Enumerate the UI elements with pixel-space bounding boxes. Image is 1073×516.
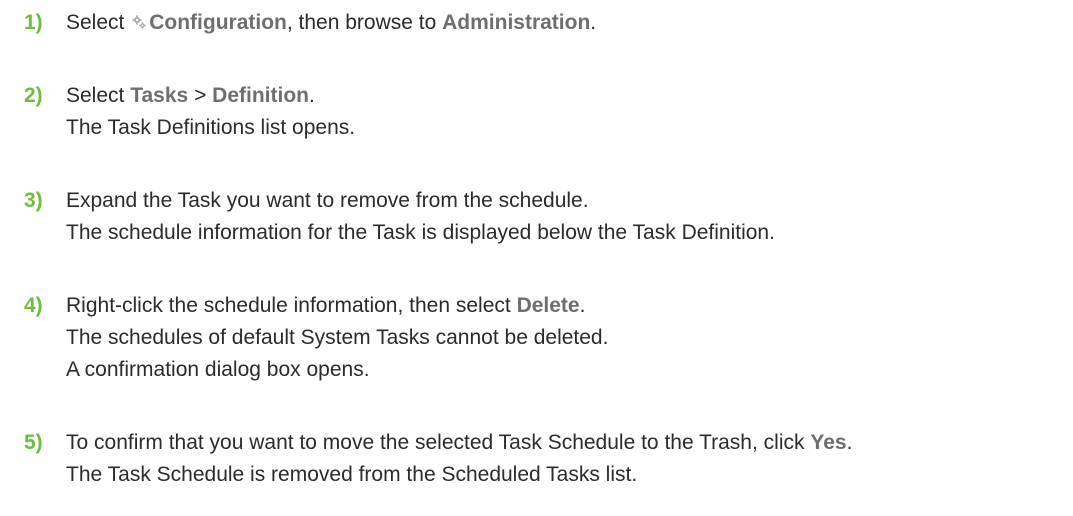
step-number: 2) [24,84,43,107]
step-result: The Task Schedule is removed from the Sc… [66,463,638,486]
step-number: 5) [24,431,43,454]
step-text-end: . [590,11,597,34]
step-text-prefix: Right-click the schedule information, th… [66,294,511,317]
step-text-end: . [309,84,315,107]
select-text: Select [66,84,125,107]
step-note: The schedules of default System Tasks ca… [66,326,609,349]
step-text: Select Configuration, then browse to Adm… [66,7,596,39]
step-text: Expand the Task you want to remove from … [66,189,589,212]
configuration-term: Configuration [149,11,287,34]
step-number: 3) [24,189,43,212]
tasks-term: Tasks [130,84,189,107]
step-number: 1) [24,11,43,34]
path-separator: > [194,84,207,107]
step-result: The schedule information for the Task is… [66,221,775,244]
administration-term: Administration [442,11,591,34]
step-text: Select Tasks > Definition. [66,80,355,112]
step-text-end: . [579,294,586,317]
step-text-end: . [846,431,853,454]
step-text: To confirm that you want to move the sel… [66,427,852,459]
gear-icon [132,15,146,29]
step-result: A confirmation dialog box opens. [66,358,370,381]
definition-term: Definition [212,84,309,107]
yes-term: Yes [810,431,847,454]
step-number: 4) [24,294,43,317]
step-text: Right-click the schedule information, th… [66,290,608,322]
step-text-prefix: To confirm that you want to move the sel… [66,431,805,454]
delete-term: Delete [516,294,580,317]
select-text: Select [66,11,125,34]
step-result: The Task Definitions list opens. [66,116,356,139]
step-text-middle: , then browse to [286,11,437,34]
